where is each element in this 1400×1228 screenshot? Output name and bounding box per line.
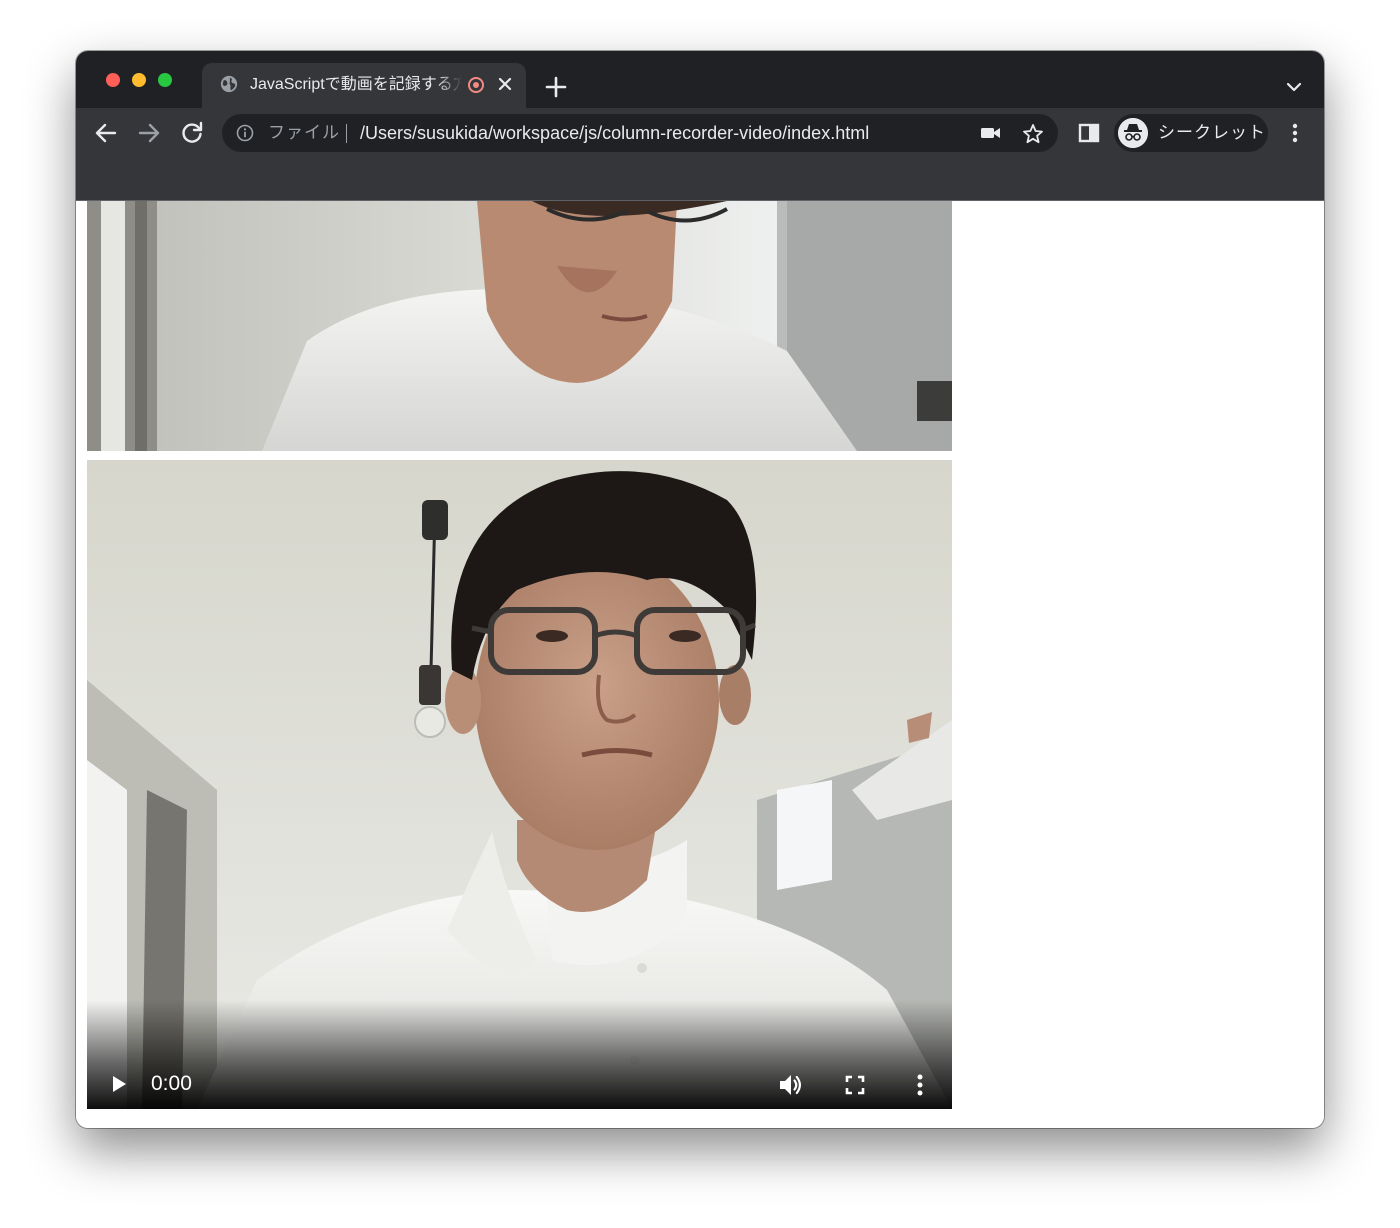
more-vertical-icon[interactable] (909, 1072, 931, 1098)
video-controls: 0:00 (87, 1000, 952, 1109)
url-separator (346, 124, 347, 143)
chevron-down-icon[interactable] (1282, 77, 1306, 97)
arrow-left-icon[interactable] (92, 119, 120, 147)
minimize-window-button[interactable] (132, 73, 146, 87)
play-icon[interactable] (109, 1074, 129, 1094)
close-icon[interactable] (494, 73, 516, 95)
tab-title: JavaScriptで動画を記録する方 (250, 76, 462, 93)
info-icon[interactable] (236, 124, 254, 142)
browser-toolbar: ファイル /Users/susukida/workspace/js/column… (76, 108, 1324, 158)
tab-strip: JavaScriptで動画を記録する方 (76, 51, 1324, 108)
volume-icon[interactable] (777, 1072, 803, 1098)
recorded-video[interactable]: 0:00 (87, 460, 952, 1109)
reload-icon[interactable] (178, 119, 206, 147)
address-bar[interactable]: ファイル /Users/susukida/workspace/js/column… (222, 114, 1058, 152)
video-camera-icon[interactable] (980, 125, 1002, 141)
globe-icon (220, 75, 238, 93)
side-panel-icon[interactable] (1075, 119, 1103, 147)
active-tab[interactable]: JavaScriptで動画を記録する方 (202, 63, 526, 108)
live-camera-preview[interactable] (87, 201, 952, 451)
incognito-profile-button[interactable]: シークレット (1114, 114, 1268, 152)
url-scheme-label: ファイル (268, 123, 340, 142)
fullscreen-icon[interactable] (844, 1074, 866, 1096)
incognito-icon (1118, 118, 1148, 148)
zoom-window-button[interactable] (158, 73, 172, 87)
current-time: 0:00 (151, 1072, 192, 1095)
recording-icon (468, 77, 484, 93)
browser-window: JavaScriptで動画を記録する方 ファイル /Users/susukida… (76, 51, 1324, 1128)
url-text[interactable]: /Users/susukida/workspace/js/column-reco… (360, 123, 869, 143)
incognito-label: シークレット (1158, 123, 1266, 142)
kebab-menu-icon[interactable] (1281, 119, 1309, 147)
preview-frame (87, 201, 952, 451)
arrow-right-icon[interactable] (135, 119, 163, 147)
page-content: 0:00 (76, 201, 1324, 1128)
close-window-button[interactable] (106, 73, 120, 87)
star-icon[interactable] (1022, 123, 1044, 145)
plus-icon[interactable] (542, 73, 570, 101)
toolbar-spacer (76, 158, 1324, 201)
